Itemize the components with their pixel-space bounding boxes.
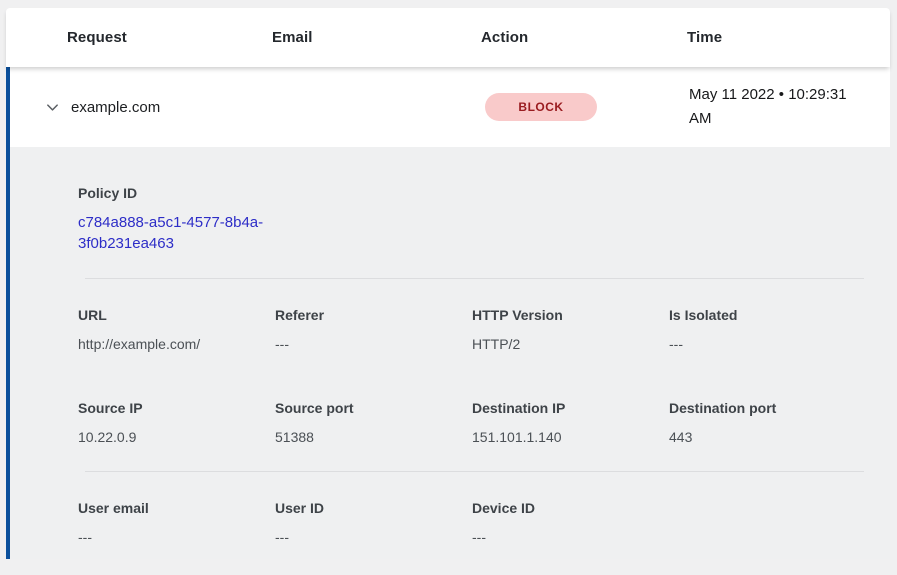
field-user-email: User email --- (78, 498, 275, 547)
field-destination-ip: Destination IP 151.101.1.140 (472, 398, 669, 447)
field-user-id: User ID --- (275, 498, 472, 547)
selected-row-section: example.com BLOCK May 11 2022 • 10:29:31… (6, 67, 890, 147)
request-domain: example.com (71, 99, 274, 116)
details-row-3: User email --- User ID --- Device ID --- (78, 498, 864, 547)
field-url: URL http://example.com/ (78, 305, 275, 354)
field-device-id: Device ID --- (472, 498, 669, 547)
column-header-action: Action (481, 29, 687, 46)
details-row-1: URL http://example.com/ Referer --- HTTP… (78, 305, 864, 354)
table-header: Request Email Action Time (6, 8, 890, 67)
details-row-2: Source IP 10.22.0.9 Source port 51388 De… (78, 398, 864, 447)
request-log-table: Request Email Action Time example.com BL… (6, 8, 890, 559)
time-cell: May 11 2022 • 10:29:31 AM (689, 83, 885, 131)
field-is-isolated: Is Isolated --- (669, 305, 866, 354)
section-divider (85, 278, 864, 279)
field-http-version: HTTP Version HTTP/2 (472, 305, 669, 354)
field-source-port: Source port 51388 (275, 398, 472, 447)
policy-id-block: Policy ID c784a888-a5c1-4577-8b4a-3f0b23… (78, 183, 864, 254)
field-source-ip: Source IP 10.22.0.9 (78, 398, 275, 447)
chevron-down-icon[interactable] (44, 99, 60, 115)
section-divider (85, 471, 864, 472)
policy-id-label: Policy ID (78, 183, 864, 203)
action-block-badge: BLOCK (485, 93, 597, 121)
policy-id-link[interactable]: c784a888-a5c1-4577-8b4a-3f0b231ea463 (78, 212, 283, 254)
field-destination-port: Destination port 443 (669, 398, 866, 447)
field-referer: Referer --- (275, 305, 472, 354)
column-header-email: Email (272, 29, 481, 46)
column-header-request: Request (67, 29, 272, 46)
row-details-panel: Policy ID c784a888-a5c1-4577-8b4a-3f0b23… (6, 147, 890, 559)
table-row[interactable]: example.com BLOCK May 11 2022 • 10:29:31… (10, 67, 890, 147)
column-header-time: Time (687, 29, 890, 46)
